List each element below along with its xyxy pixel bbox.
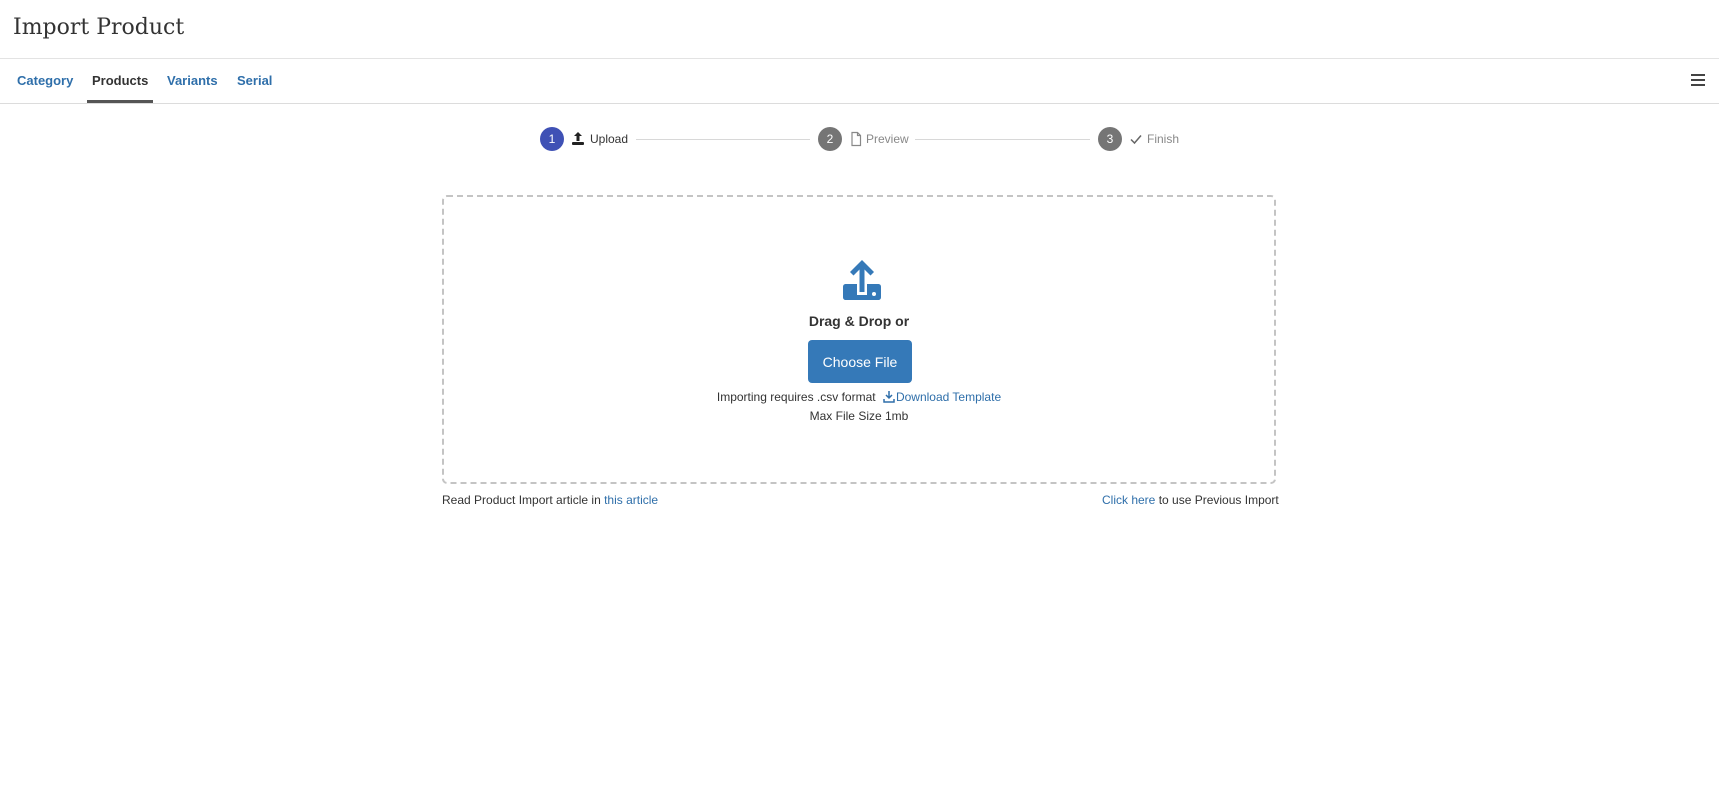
upload-icon [843, 260, 881, 300]
tab-bar: Category Products Variants Serial [0, 59, 1719, 104]
step-2-label: Preview [866, 132, 909, 146]
article-note-text: Read Product Import article in [442, 493, 605, 507]
page-header: Import Product [0, 0, 1719, 59]
max-file-size: Max File Size 1mb [809, 409, 909, 423]
step-connector [915, 139, 1090, 140]
step-1-label: Upload [590, 132, 629, 146]
upload-icon [572, 132, 584, 145]
drag-drop-text: Drag & Drop or [808, 313, 910, 329]
step-connector [636, 139, 810, 140]
tab-category[interactable]: Category [17, 59, 73, 103]
previous-import-link[interactable]: Click here [1102, 493, 1155, 507]
check-icon [1130, 135, 1142, 145]
format-requirement-text: Importing requires .csv format [716, 390, 876, 404]
step-3-number: 3 [1098, 127, 1122, 151]
hamburger-icon[interactable] [1691, 72, 1705, 88]
import-stepper: 1 Upload 2 Preview 3 Finish [0, 127, 1719, 151]
choose-file-button[interactable]: Choose File [808, 340, 912, 383]
previous-import-text: to use Previous Import [1155, 493, 1279, 507]
step-3-label: Finish [1147, 132, 1180, 146]
tab-products[interactable]: Products [87, 59, 154, 103]
format-requirement: Importing requires .csv format Download … [444, 390, 1274, 404]
step-1-number: 1 [540, 127, 564, 151]
document-icon [851, 131, 862, 147]
article-note: Read Product Import article in this arti… [442, 493, 658, 507]
download-icon [883, 391, 895, 403]
download-template-label: Download Template [895, 390, 1002, 404]
step-2-number: 2 [818, 127, 842, 151]
download-template-link[interactable]: Download Template [879, 390, 1001, 404]
previous-import-note: Click here to use Previous Import [1102, 493, 1279, 507]
article-link[interactable]: this article [604, 493, 658, 507]
tab-variants[interactable]: Variants [167, 59, 218, 103]
page-title: Import Product [13, 15, 185, 40]
tab-serial[interactable]: Serial [237, 59, 272, 103]
file-dropzone[interactable]: Drag & Drop or Choose File Importing req… [442, 195, 1276, 484]
